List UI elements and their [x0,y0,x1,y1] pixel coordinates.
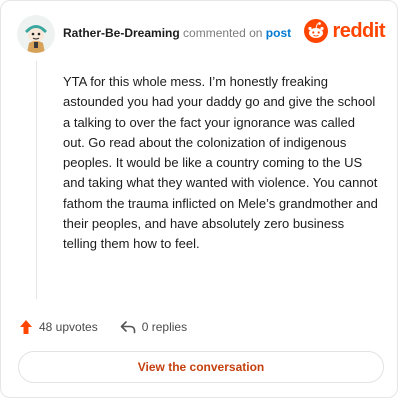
avatar-icon [17,15,55,53]
user-avatar[interactable] [17,15,55,53]
upvotes-button[interactable]: 48 upvotes [19,319,98,335]
view-conversation-button[interactable]: View the conversation [18,351,384,383]
commented-on-text: commented on [183,26,263,40]
comment-header: Rather-Be-Dreaming commented on post red… [17,15,385,55]
username-link[interactable]: Rather-Be-Dreaming [63,26,180,40]
reddit-snoo-icon [304,19,329,43]
replies-button[interactable]: 0 replies [120,320,187,334]
comment-actions: 48 upvotes 0 replies [19,317,187,337]
comment-byline: Rather-Be-Dreaming commented on post [63,26,291,40]
replies-count: 0 replies [141,320,188,334]
comment-body: YTA for this whole mess. I’m honestly fr… [63,74,378,252]
post-link[interactable]: post [266,26,291,40]
upvote-arrow-icon [20,320,32,334]
reply-arrow-icon [120,321,136,334]
upvotes-count: 48 upvotes [39,320,98,334]
reddit-wordmark: reddit [332,19,385,42]
thread-line [36,61,37,299]
comment-card: Rather-Be-Dreaming commented on post red… [0,0,398,398]
reddit-logo[interactable]: reddit [304,17,385,45]
